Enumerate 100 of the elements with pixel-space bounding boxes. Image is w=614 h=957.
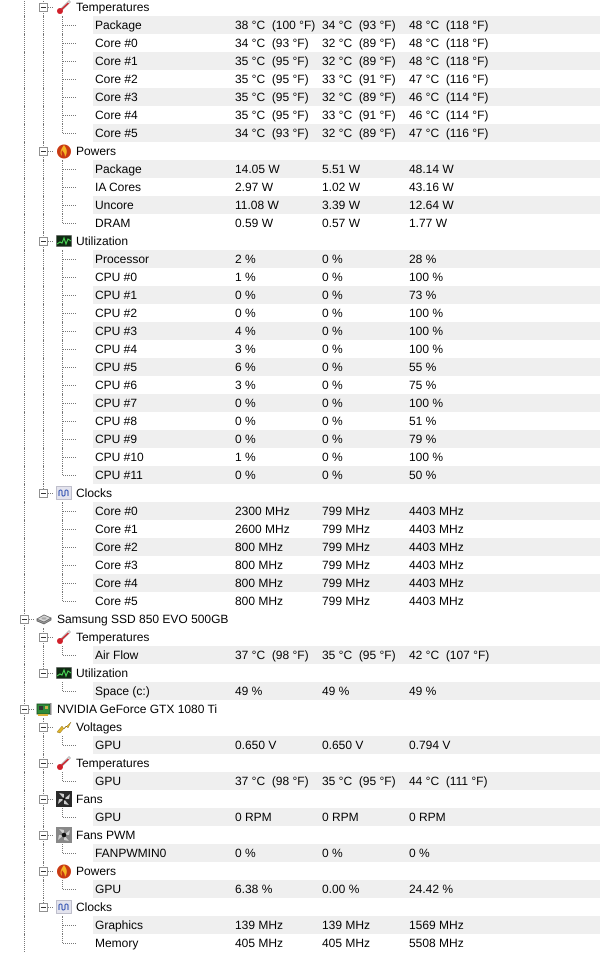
sensor-value: 1 % <box>235 270 257 284</box>
group-name[interactable]: Temperatures <box>76 630 150 644</box>
sensor-value: 2.97 W <box>235 180 274 194</box>
sensor-value: 38 °C (100 °F) <box>235 18 316 32</box>
sensor-value: 0 % <box>322 342 344 356</box>
sensor-value: 2600 MHz <box>235 522 291 536</box>
collapse-button[interactable] <box>38 2 48 12</box>
sensor-value: 0 % <box>322 396 344 410</box>
sensor-name: Core #0 <box>94 504 139 518</box>
sensor-value: 0 RPM <box>235 810 273 824</box>
group-name[interactable]: Fans <box>76 792 103 806</box>
sensor-value: 0 % <box>322 414 344 428</box>
sensor-value: 5.51 W <box>322 162 362 176</box>
collapse-button[interactable] <box>38 830 48 840</box>
sensor-value: 0 % <box>322 252 344 266</box>
sensor-value: 14.05 W <box>235 162 281 176</box>
sensor-name: GPU <box>94 882 122 896</box>
sensor-value: 0 % <box>235 468 257 482</box>
group-name[interactable]: Utilization <box>76 234 128 248</box>
sensor-value: 32 °C (89 °F) <box>322 54 397 68</box>
sensor-value: 34 °C (93 °F) <box>235 36 310 50</box>
sensor-name: Core #1 <box>94 522 139 536</box>
sensor-value: 0 % <box>322 324 344 338</box>
sensor-name: Core #2 <box>94 540 139 554</box>
flame-icon <box>56 863 72 879</box>
collapse-button[interactable] <box>38 722 48 732</box>
device-name[interactable]: Samsung SSD 850 EVO 500GB <box>57 612 228 626</box>
sensor-name: Core #1 <box>94 54 139 68</box>
sensor-name: Processor <box>94 252 150 266</box>
sensor-name: Space (c:) <box>94 684 151 698</box>
sensor-value: 35 °C (95 °F) <box>235 72 310 86</box>
thermometer-icon <box>56 0 72 15</box>
sensor-value: 37 °C (98 °F) <box>235 774 310 788</box>
group-name[interactable]: Utilization <box>76 666 128 680</box>
sensor-value: 100 % <box>409 342 444 356</box>
sensor-value: 0 % <box>409 846 431 860</box>
sensor-value: 48 °C (118 °F) <box>409 54 490 68</box>
collapse-button[interactable] <box>38 794 48 804</box>
sensor-value: 0 % <box>322 360 344 374</box>
sensor-name: CPU #0 <box>94 270 138 284</box>
sensor-value: 799 MHz <box>322 504 372 518</box>
sensor-value: 0 % <box>322 270 344 284</box>
activity-graph-icon <box>56 665 72 681</box>
collapse-button[interactable] <box>38 632 48 642</box>
group-name[interactable]: Powers <box>76 144 116 158</box>
sensor-value: 0.650 V <box>322 738 364 752</box>
sensor-value: 3 % <box>235 378 257 392</box>
sensor-value: 1.02 W <box>322 180 362 194</box>
group-name[interactable]: Temperatures <box>76 756 150 770</box>
collapse-button[interactable] <box>38 866 48 876</box>
sensor-value: 47 °C (116 °F) <box>409 72 490 86</box>
collapse-button[interactable] <box>38 758 48 768</box>
group-name[interactable]: Voltages <box>76 720 122 734</box>
group-name[interactable]: Clocks <box>76 900 112 914</box>
sensor-value: 34 °C (93 °F) <box>322 18 397 32</box>
sensor-value: 24.42 % <box>409 882 454 896</box>
wave-icon <box>56 485 72 501</box>
sensor-name: CPU #10 <box>94 450 145 464</box>
sensor-value: 0.794 V <box>409 738 452 752</box>
group-name[interactable]: Powers <box>76 864 116 878</box>
sensor-value: 46 °C (114 °F) <box>409 108 490 122</box>
sensor-value: 799 MHz <box>322 558 372 572</box>
collapse-button[interactable] <box>38 146 48 156</box>
sensor-value: 799 MHz <box>322 576 372 590</box>
sensor-name: Package <box>94 18 143 32</box>
collapse-button[interactable] <box>38 236 48 246</box>
sensor-value: 100 % <box>409 396 444 410</box>
sensor-value: 0 % <box>235 432 257 446</box>
collapse-button[interactable] <box>38 488 48 498</box>
sensor-value: 4403 MHz <box>409 558 465 572</box>
sensor-value: 800 MHz <box>235 540 284 554</box>
sensor-value: 35 °C (95 °F) <box>235 54 310 68</box>
wave-icon <box>56 899 72 915</box>
sensor-value: 799 MHz <box>322 594 372 608</box>
collapse-button[interactable] <box>38 902 48 912</box>
sensor-value: 4403 MHz <box>409 594 465 608</box>
sensor-value: 0.57 W <box>322 216 362 230</box>
group-name[interactable]: Clocks <box>76 486 112 500</box>
sensor-name: Package <box>94 162 143 176</box>
sensor-value: 0 % <box>322 846 344 860</box>
sensor-value: 37 °C (98 °F) <box>235 648 310 662</box>
sensor-value: 4403 MHz <box>409 540 465 554</box>
collapse-button[interactable] <box>20 704 28 714</box>
sensor-value: 35 °C (95 °F) <box>235 90 310 104</box>
sensor-name: FANPWMIN0 <box>94 846 168 860</box>
sensor-value: 0.650 V <box>235 738 278 752</box>
sensor-value: 799 MHz <box>322 522 372 536</box>
group-name[interactable]: Temperatures <box>76 0 150 14</box>
sensor-value: 1569 MHz <box>409 918 465 932</box>
collapse-button[interactable] <box>20 614 28 624</box>
sensor-value: 0 % <box>235 306 257 320</box>
sensor-value: 4403 MHz <box>409 504 465 518</box>
collapse-button[interactable] <box>38 668 48 678</box>
sensor-name: CPU #9 <box>94 432 138 446</box>
group-name[interactable]: Fans PWM <box>76 828 136 842</box>
sensor-name: Core #2 <box>94 72 139 86</box>
flame-icon <box>56 143 72 159</box>
device-name[interactable]: NVIDIA GeForce GTX 1080 Ti <box>57 702 218 716</box>
activity-graph-icon <box>56 233 72 249</box>
sensor-value: 32 °C (89 °F) <box>322 36 397 50</box>
